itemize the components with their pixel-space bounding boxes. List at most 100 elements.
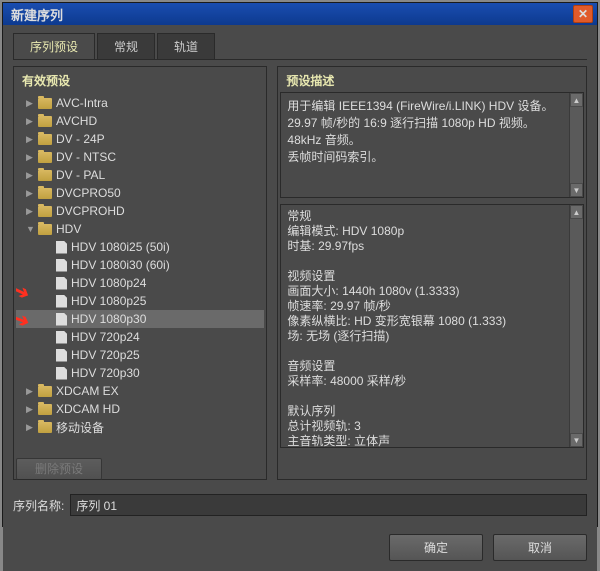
scroll-down-icon[interactable]: ▼ — [570, 433, 583, 447]
folder-item[interactable]: ▶ DV - NTSC — [16, 148, 264, 166]
detail-line: 视频设置 — [287, 269, 577, 284]
folder-icon — [38, 224, 52, 235]
expand-icon[interactable]: ▶ — [26, 116, 36, 127]
folder-icon — [38, 98, 52, 109]
detail-line: 主音轨类型: 立体声 — [287, 434, 577, 448]
item-label: HDV 1080i30 (60i) — [71, 258, 170, 272]
expand-icon[interactable]: ▶ — [26, 386, 36, 397]
detail-line: 场: 无场 (逐行扫描) — [287, 329, 577, 344]
item-label: HDV 1080p24 — [71, 276, 146, 290]
item-label: HDV — [56, 222, 81, 236]
detail-line — [287, 389, 577, 404]
expand-icon[interactable]: ▼ — [26, 224, 36, 234]
folder-item[interactable]: ▼ HDV — [16, 220, 264, 238]
folder-item[interactable]: ▶ 移动设备 — [16, 418, 264, 436]
desc-line: 用于编辑 IEEE1394 (FireWire/i.LINK) HDV 设备。 — [287, 97, 577, 114]
expand-icon[interactable]: ▶ — [26, 134, 36, 145]
detail-line: 总计视频轨: 3 — [287, 419, 577, 434]
sequence-name-input[interactable] — [70, 494, 587, 516]
detail-line — [287, 254, 577, 269]
preset-tree[interactable]: ➔ ➔ ▶AVC-Intra▶AVCHD▶DV - 24P▶DV - NTSC▶… — [16, 92, 264, 450]
item-label: HDV 1080p25 — [71, 294, 146, 308]
folder-icon — [38, 134, 52, 145]
expand-icon[interactable]: ▶ — [26, 404, 36, 415]
detail-line: 采样率: 48000 采样/秒 — [287, 374, 577, 389]
delete-preset-button[interactable]: 删除预设 — [16, 458, 102, 480]
close-button[interactable]: ✕ — [573, 5, 593, 23]
item-label: HDV 720p24 — [71, 330, 140, 344]
expand-icon[interactable]: ▶ — [26, 422, 36, 433]
folder-icon — [38, 116, 52, 127]
folder-item[interactable]: ▶DV - PAL — [16, 166, 264, 184]
file-icon — [56, 277, 67, 290]
scroll-up-icon[interactable]: ▲ — [570, 205, 583, 219]
preset-item[interactable]: HDV 1080p30 — [16, 310, 264, 328]
file-icon — [56, 367, 67, 380]
sequence-name-label: 序列名称: — [13, 497, 64, 514]
desc-line: 29.97 帧/秒的 16:9 逐行扫描 1080p HD 视频。 — [287, 114, 577, 131]
preset-item[interactable]: HDV 1080p24 — [16, 274, 264, 292]
ok-button[interactable]: 确定 — [389, 534, 483, 561]
left-panel-title: 有效预设 — [16, 69, 264, 92]
dialog-window: 新建序列 ✕ 序列预设 常规 轨道 有效预设 ➔ ➔ ▶AVC-Intra▶AV… — [2, 2, 598, 527]
folder-icon — [38, 152, 52, 163]
tab-general[interactable]: 常规 — [97, 33, 155, 59]
preset-item[interactable]: HDV 1080i25 (50i) — [16, 238, 264, 256]
tab-bar: 序列预设 常规 轨道 — [13, 33, 587, 60]
folder-icon — [38, 170, 52, 181]
titlebar: 新建序列 ✕ — [3, 3, 597, 25]
item-label: HDV 720p25 — [71, 348, 140, 362]
folder-item[interactable]: ▶ XDCAM HD — [16, 400, 264, 418]
right-desc-panel: 预设描述 用于编辑 IEEE1394 (FireWire/i.LINK) HDV… — [277, 66, 587, 480]
close-icon: ✕ — [578, 7, 588, 21]
preset-description-box: 用于编辑 IEEE1394 (FireWire/i.LINK) HDV 设备。2… — [280, 92, 584, 198]
scroll-down-icon[interactable]: ▼ — [570, 183, 583, 197]
preset-item[interactable]: HDV 720p30 — [16, 364, 264, 382]
preset-item[interactable]: HDV 720p24 — [16, 328, 264, 346]
item-label: AVCHD — [56, 114, 97, 128]
preset-item[interactable]: HDV 1080i30 (60i) — [16, 256, 264, 274]
item-label: XDCAM HD — [56, 402, 120, 416]
desc-line: 丢帧时间码索引。 — [287, 148, 577, 165]
folder-item[interactable]: ▶ DVCPRO50 — [16, 184, 264, 202]
file-icon — [56, 259, 67, 272]
detail-line: 常规 — [287, 209, 577, 224]
folder-item[interactable]: ▶AVC-Intra — [16, 94, 264, 112]
item-label: HDV 1080i25 (50i) — [71, 240, 170, 254]
file-icon — [56, 331, 67, 344]
detail-line: 帧速率: 29.97 帧/秒 — [287, 299, 577, 314]
detail-line: 音频设置 — [287, 359, 577, 374]
file-icon — [56, 295, 67, 308]
detail-line: 像素纵横比: HD 变形宽银幕 1080 (1.333) — [287, 314, 577, 329]
preset-item[interactable]: HDV 1080p25 — [16, 292, 264, 310]
folder-icon — [38, 404, 52, 415]
item-label: HDV 720p30 — [71, 366, 140, 380]
expand-icon[interactable]: ▶ — [26, 206, 36, 217]
detail-line: 时基: 29.97fps — [287, 239, 577, 254]
item-label: DVCPRO50 — [56, 186, 121, 200]
preset-item[interactable]: HDV 720p25 — [16, 346, 264, 364]
detail-line — [287, 344, 577, 359]
right-panel-title: 预设描述 — [280, 69, 584, 92]
expand-icon[interactable]: ▶ — [26, 170, 36, 181]
tab-tracks[interactable]: 轨道 — [157, 33, 215, 59]
folder-item[interactable]: ▶ AVCHD — [16, 112, 264, 130]
folder-item[interactable]: ▶XDCAM EX — [16, 382, 264, 400]
expand-icon[interactable]: ▶ — [26, 152, 36, 163]
expand-icon[interactable]: ▶ — [26, 188, 36, 199]
expand-icon[interactable]: ▶ — [26, 98, 36, 109]
scrollbar[interactable]: ▲ ▼ — [569, 93, 583, 197]
file-icon — [56, 313, 67, 326]
file-icon — [56, 241, 67, 254]
item-label: 移动设备 — [56, 419, 104, 436]
item-label: DV - NTSC — [56, 150, 116, 164]
cancel-button[interactable]: 取消 — [493, 534, 587, 561]
scrollbar[interactable]: ▲ ▼ — [569, 205, 583, 447]
file-icon — [56, 349, 67, 362]
folder-item[interactable]: ▶DVCPROHD — [16, 202, 264, 220]
scroll-up-icon[interactable]: ▲ — [570, 93, 583, 107]
detail-line: 默认序列 — [287, 404, 577, 419]
item-label: DV - 24P — [56, 132, 105, 146]
folder-item[interactable]: ▶ DV - 24P — [16, 130, 264, 148]
tab-presets[interactable]: 序列预设 — [13, 33, 95, 59]
